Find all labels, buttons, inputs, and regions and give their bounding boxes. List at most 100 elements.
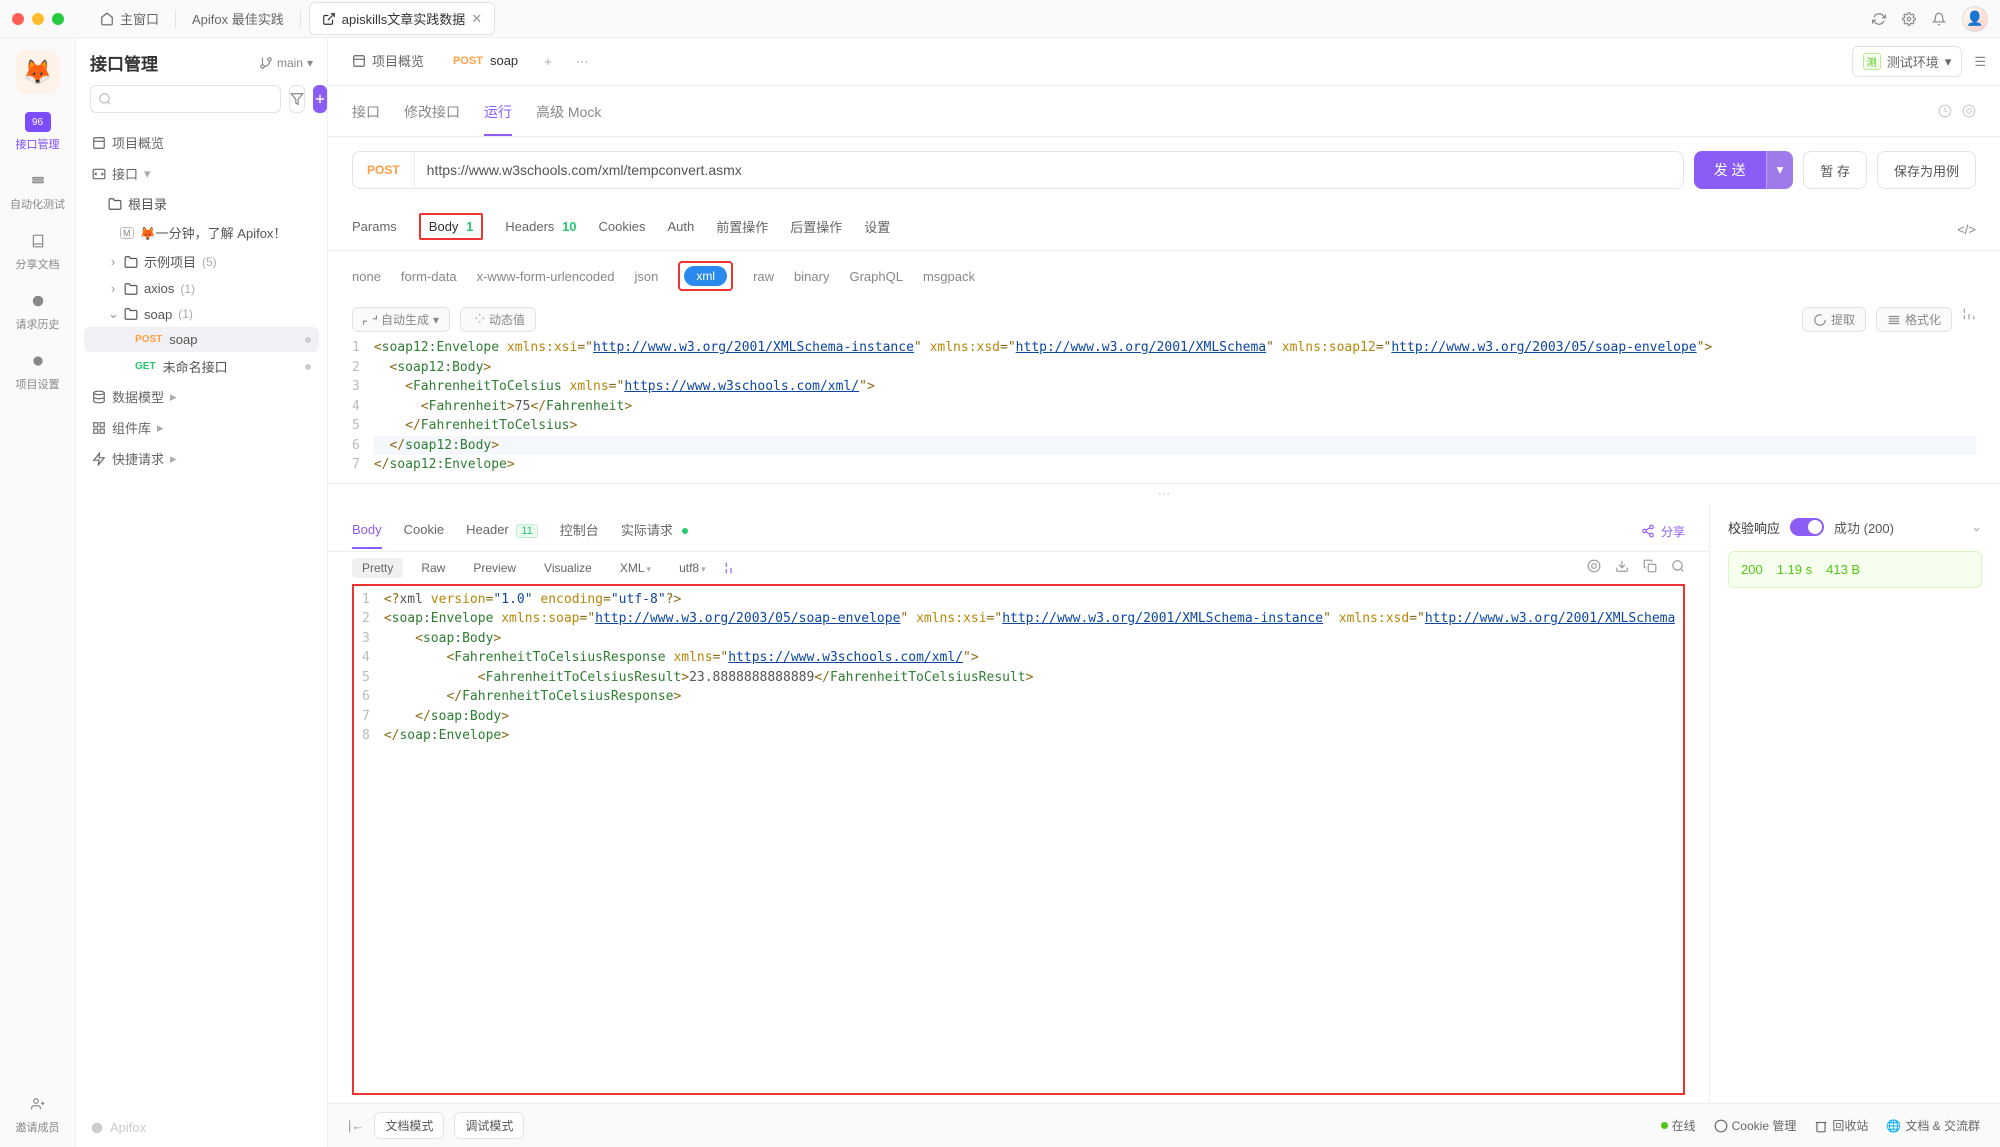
tree-api-2[interactable]: GET 未命名接口 [84, 352, 319, 381]
timer-icon[interactable] [1938, 104, 1952, 118]
tab-api[interactable]: POST soap [438, 41, 532, 82]
reqtab-cookies[interactable]: Cookies [599, 211, 646, 248]
send-dropdown-button[interactable]: ▾ [1766, 151, 1794, 189]
search-input[interactable] [90, 85, 281, 113]
reqtab-auth[interactable]: Auth [668, 211, 695, 248]
subtab-mock[interactable]: 高级 Mock [536, 94, 601, 136]
tree-folder-3[interactable]: ⌄ soap (1) [84, 301, 319, 327]
add-button[interactable] [313, 85, 327, 113]
validate-toggle[interactable] [1790, 518, 1824, 536]
search-icon[interactable] [1671, 559, 1685, 576]
tab-add-button[interactable]: + [532, 46, 564, 77]
extract-button[interactable]: 提取 [1802, 307, 1866, 332]
save-temp-button[interactable]: 暂 存 [1803, 151, 1867, 189]
filter-button[interactable] [289, 85, 305, 113]
view-preview[interactable]: Preview [463, 558, 526, 578]
refresh-icon[interactable] [1872, 12, 1886, 26]
tree-folder-1[interactable]: › 示例项目 (5) [84, 247, 319, 276]
doc-mode-button[interactable]: 文档模式 [374, 1112, 444, 1139]
btype-graphql[interactable]: GraphQL [849, 267, 902, 286]
project-logo[interactable]: 🦊 [16, 50, 60, 94]
rail-item-autotest[interactable]: 自动化测试 [10, 170, 65, 212]
reqtab-params[interactable]: Params [352, 211, 397, 248]
btype-urlencoded[interactable]: x-www-form-urlencoded [477, 267, 615, 286]
subtab-run[interactable]: 运行 [484, 94, 512, 136]
chevron-down-icon[interactable]: ⌄ [1971, 519, 1982, 535]
titlebar-tab-1[interactable]: Apifox 最佳实践 [180, 5, 296, 32]
reqtab-settings[interactable]: 设置 [864, 209, 890, 250]
titlebar-tab-2-active[interactable]: apiskills文章实践数据 ✕ [309, 2, 495, 35]
download-icon[interactable] [1615, 559, 1629, 576]
menu-button[interactable]: ☰ [1970, 50, 1990, 74]
btype-json[interactable]: json [635, 267, 659, 286]
tree-root-folder[interactable]: 根目录 [84, 189, 319, 218]
code-icon[interactable]: </> [1957, 222, 1976, 237]
format-selector[interactable]: XML [610, 558, 661, 578]
view-raw[interactable]: Raw [411, 558, 455, 578]
url-input[interactable] [415, 152, 1683, 188]
maximize-window-icon[interactable] [52, 13, 64, 25]
collapse-icon[interactable]: |← [348, 1118, 364, 1133]
copy-icon[interactable] [1643, 559, 1657, 576]
auto-gen-button[interactable]: 自动生成 ▾ [352, 307, 450, 332]
reqtab-post[interactable]: 后置操作 [790, 209, 842, 250]
cookie-mgmt-button[interactable]: Cookie 管理 [1714, 1117, 1797, 1134]
share-button[interactable]: 分享 [1641, 523, 1685, 540]
request-body-editor[interactable]: 1234567 <soap12:Envelope xmlns:xsi="http… [328, 338, 2000, 483]
sliders-icon[interactable] [724, 561, 738, 575]
close-window-icon[interactable] [12, 13, 24, 25]
resp-tab-actual[interactable]: 实际请求 [621, 512, 689, 551]
reqtab-pre[interactable]: 前置操作 [716, 209, 768, 250]
rail-item-invite[interactable]: 邀请成员 [16, 1093, 60, 1135]
resp-tab-body[interactable]: Body [352, 514, 382, 549]
btype-xml[interactable]: xml [678, 261, 733, 291]
debug-mode-button[interactable]: 调试模式 [454, 1112, 524, 1139]
rail-item-api[interactable]: 96 接口管理 [16, 112, 60, 152]
locate-icon[interactable] [1587, 559, 1601, 576]
tree-md-item[interactable]: M 🦊一分钟，了解 Apifox！ [84, 218, 319, 247]
gear-icon[interactable] [1902, 12, 1916, 26]
environment-selector[interactable]: 测 测试环境 ▾ [1852, 46, 1963, 77]
tree-quick-request[interactable]: 快捷请求 ▸ [84, 443, 319, 474]
subtab-edit[interactable]: 修改接口 [404, 94, 460, 136]
trash-button[interactable]: 回收站 [1814, 1117, 1868, 1134]
tree-api-root[interactable]: 接口 ▾ [84, 158, 319, 189]
close-tab-icon[interactable]: ✕ [471, 11, 482, 27]
tree-api-1[interactable]: POST soap [84, 327, 319, 352]
tree-data-model[interactable]: 数据模型 ▸ [84, 381, 319, 412]
subtab-interface[interactable]: 接口 [352, 94, 380, 136]
tree-overview[interactable]: 项目概览 [84, 127, 319, 158]
reqtab-body[interactable]: Body 1 [419, 213, 484, 240]
resp-tab-cookie[interactable]: Cookie [404, 514, 444, 549]
save-case-button[interactable]: 保存为用例 [1877, 151, 1976, 189]
method-selector[interactable]: POST [353, 152, 415, 188]
tree-components[interactable]: 组件库 ▸ [84, 412, 319, 443]
main-window-button[interactable]: 主窗口 [88, 5, 171, 32]
view-pretty[interactable]: Pretty [352, 558, 403, 578]
response-body-editor[interactable]: 12345678 <?xml version="1.0" encoding="u… [352, 584, 1685, 1096]
reqtab-headers[interactable]: Headers 10 [505, 211, 576, 248]
btype-none[interactable]: none [352, 267, 381, 286]
btype-formdata[interactable]: form-data [401, 267, 457, 286]
btype-msgpack[interactable]: msgpack [923, 267, 975, 286]
minimize-window-icon[interactable] [32, 13, 44, 25]
view-visualize[interactable]: Visualize [534, 558, 602, 578]
community-button[interactable]: 🌐 文档 & 交流群 [1886, 1117, 1980, 1134]
encoding-selector[interactable]: utf8 [669, 558, 716, 578]
bell-icon[interactable] [1932, 12, 1946, 26]
settings-icon[interactable] [1962, 307, 1976, 321]
online-status[interactable]: 在线 [1661, 1117, 1696, 1134]
tab-overview[interactable]: 项目概览 [338, 39, 438, 84]
rail-item-settings[interactable]: 项目设置 [16, 350, 60, 392]
resp-tab-console[interactable]: 控制台 [560, 512, 599, 551]
panel-resize-handle[interactable]: ⋯ [328, 483, 2000, 504]
rail-item-history[interactable]: 请求历史 [16, 290, 60, 332]
btype-binary[interactable]: binary [794, 267, 829, 286]
format-button[interactable]: 格式化 [1876, 307, 1952, 332]
target-icon[interactable] [1962, 104, 1976, 118]
branch-selector[interactable]: main ▾ [259, 56, 313, 70]
user-avatar[interactable]: 👤 [1962, 6, 1988, 32]
rail-item-share[interactable]: 分享文档 [16, 230, 60, 272]
resp-tab-header[interactable]: Header 11 [466, 514, 538, 549]
dynamic-button[interactable]: 动态值 [460, 307, 536, 332]
